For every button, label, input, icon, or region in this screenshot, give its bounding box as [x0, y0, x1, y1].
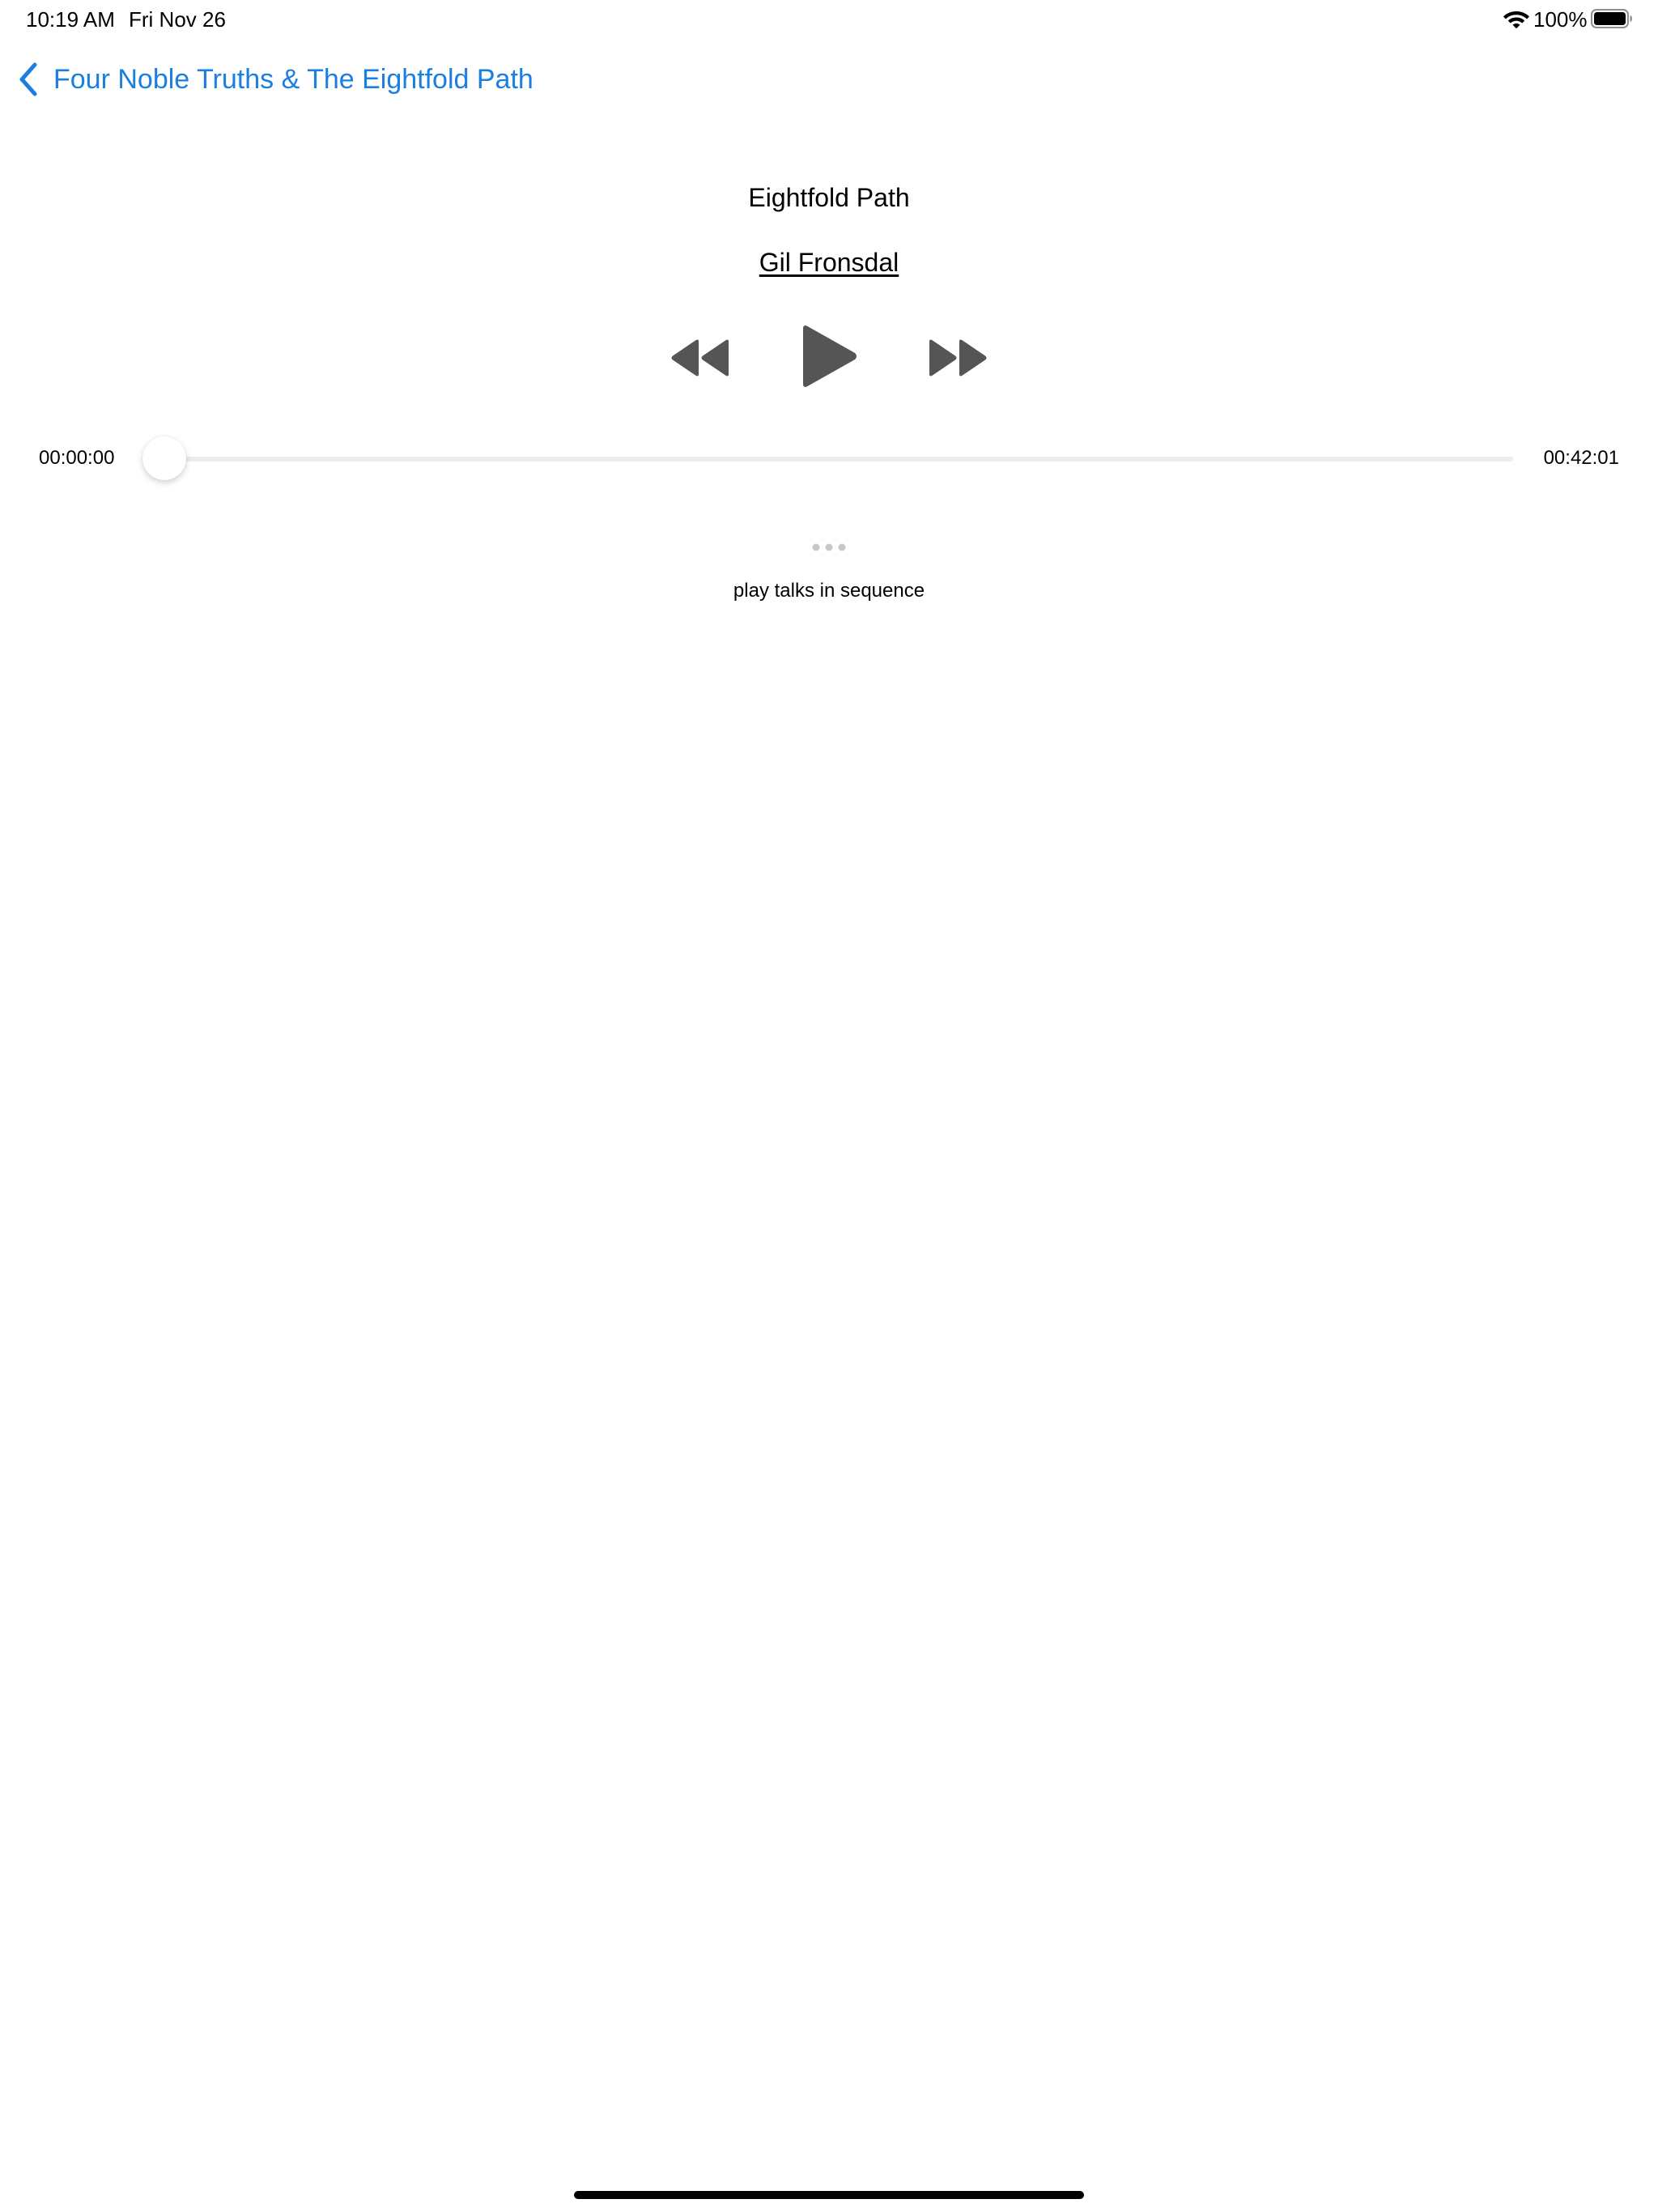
progress-slider-track[interactable]: [164, 457, 1513, 462]
back-button[interactable]: Four Noble Truths & The Eightfold Path: [18, 55, 534, 104]
total-time: 00:42:01: [1543, 447, 1619, 469]
status-date: Fri Nov 26: [129, 7, 226, 32]
status-time: 10:19 AM: [26, 7, 115, 32]
fast-forward-button[interactable]: [928, 337, 988, 379]
play-button[interactable]: [800, 324, 858, 389]
talk-title: Eightfold Path: [748, 183, 910, 212]
progress-slider-thumb[interactable]: [142, 436, 186, 480]
play-in-sequence-label[interactable]: play talks in sequence: [0, 576, 1658, 606]
home-indicator[interactable]: [574, 2191, 1084, 2199]
battery-percent: 100%: [1533, 7, 1588, 32]
back-button-label: Four Noble Truths & The Eightfold Path: [53, 64, 534, 95]
fast-forward-icon: [929, 339, 987, 376]
chevron-left-icon: [19, 62, 37, 96]
more-dots-icon[interactable]: [810, 538, 848, 557]
play-icon: [803, 325, 857, 387]
speaker-row: Gil Fronsdal: [0, 245, 1658, 280]
speaker-link[interactable]: Gil Fronsdal: [759, 248, 899, 277]
rewind-icon: [671, 339, 729, 376]
status-bar: 10:19 AM Fri Nov 26 100%: [0, 0, 1658, 39]
battery-icon: [1591, 9, 1632, 28]
rewind-button[interactable]: [670, 337, 730, 379]
wifi-icon: [1503, 11, 1529, 29]
elapsed-time: 00:00:00: [39, 447, 115, 469]
